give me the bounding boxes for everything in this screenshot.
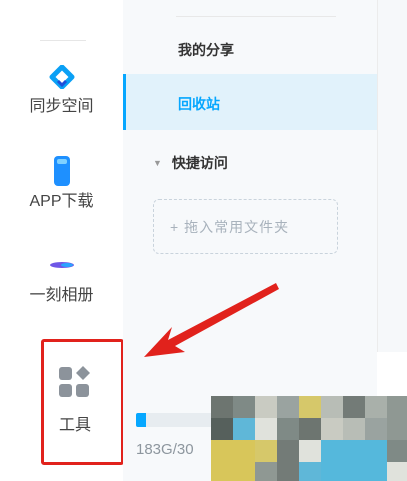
mosaic-cell: [299, 418, 321, 440]
album-swoosh-icon: [0, 258, 123, 286]
mosaic-cell: [277, 440, 299, 462]
selected-indicator: [123, 74, 126, 130]
mosaic-cell: [343, 396, 365, 418]
storage-progress-fill: [136, 413, 147, 427]
mosaic-cell: [255, 440, 277, 462]
storage-usage-text: 183G/30: [136, 441, 194, 458]
mosaic-cell: [387, 418, 407, 440]
mosaic-cell: [365, 396, 387, 418]
quick-access-label: 快捷访问: [171, 155, 228, 171]
nav-label-recycle-bin: 回收站: [178, 96, 220, 112]
mosaic-cell: [211, 462, 233, 481]
mosaic-cell: [343, 462, 365, 481]
mosaic-cell: [255, 396, 277, 418]
mosaic-cell: [387, 462, 407, 481]
rail-item-tools[interactable]: 工具: [45, 365, 105, 435]
mosaic-cell: [277, 462, 299, 481]
add-favorite-folder-dropzone[interactable]: + 拖入常用文件夹: [153, 199, 338, 254]
storage-progress-bar: [136, 413, 216, 427]
nav-item-recycle-bin[interactable]: 回收站: [123, 74, 377, 130]
rail-divider: [40, 40, 86, 41]
mosaic-cell: [299, 396, 321, 418]
mosaic-cell: [211, 440, 233, 462]
mosaic-cell: [255, 418, 277, 440]
mosaic-cell: [365, 462, 387, 481]
mosaic-cell: [321, 396, 343, 418]
rail-label-tools: 工具: [58, 417, 91, 434]
rail-label-sync-space: 同步空间: [29, 98, 94, 115]
mosaic-cell: [233, 418, 255, 440]
mosaic-cell: [211, 418, 233, 440]
pixelated-overlay: [211, 396, 407, 481]
rail-item-album[interactable]: 一刻相册: [0, 258, 123, 306]
mosaic-cell: [343, 440, 365, 462]
phone-icon: [0, 155, 123, 192]
tools-grid-icon: [45, 365, 105, 401]
mosaic-cell: [365, 440, 387, 462]
quick-access-toggle[interactable]: ▼ 快捷访问: [153, 153, 228, 173]
mosaic-cell: [387, 440, 407, 462]
mosaic-cell: [321, 440, 343, 462]
rail-label-app-download: APP下载: [29, 193, 94, 210]
rail-item-app-download[interactable]: APP下载: [0, 155, 123, 212]
mosaic-cell: [299, 462, 321, 481]
mosaic-cell: [387, 396, 407, 418]
mosaic-cell: [211, 396, 233, 418]
mosaic-cell: [255, 462, 277, 481]
rail-label-album: 一刻相册: [29, 287, 94, 304]
mosaic-cell: [233, 396, 255, 418]
mosaic-cell: [321, 418, 343, 440]
mosaic-cell: [343, 418, 365, 440]
mosaic-cell: [299, 440, 321, 462]
left-rail: 同步空间 APP下载 一刻相册 工具: [0, 0, 124, 481]
sync-diamond-icon: [0, 64, 123, 97]
mosaic-cell: [233, 462, 255, 481]
nav-item-my-share[interactable]: 我的分享: [178, 40, 234, 60]
triangle-down-icon: ▼: [153, 158, 162, 168]
mosaic-cell: [365, 418, 387, 440]
mosaic-cell: [277, 418, 299, 440]
mosaic-cell: [321, 462, 343, 481]
mosaic-cell: [277, 396, 299, 418]
dropzone-hint: + 拖入常用文件夹: [170, 219, 290, 235]
panel-divider: [176, 16, 336, 17]
content-edge: [377, 0, 407, 352]
mosaic-cell: [233, 440, 255, 462]
rail-item-sync-space[interactable]: 同步空间: [0, 64, 123, 117]
